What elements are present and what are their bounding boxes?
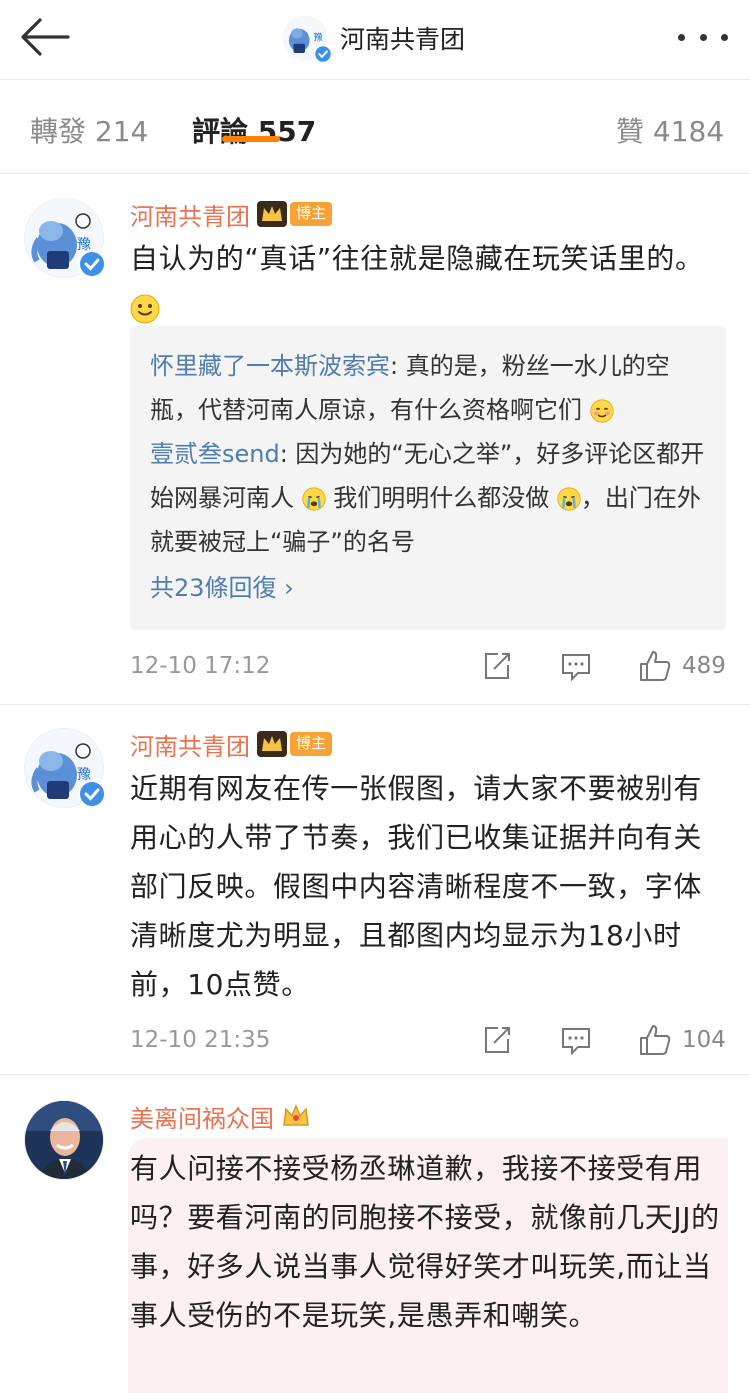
header-avatar: 豫 bbox=[282, 15, 332, 63]
tab-active-underline bbox=[222, 136, 280, 142]
tab-repost[interactable]: 轉發 214 bbox=[30, 110, 148, 150]
blush-emoji-icon bbox=[590, 399, 614, 423]
comment-meta: 12-10 21:35 104 bbox=[130, 1020, 726, 1060]
smile-emoji-icon bbox=[130, 294, 160, 324]
reply-box[interactable]: 怀里藏了一本斯波索宾: 真的是，粉丝一水儿的空瓶，代替河南人原谅，有什么资格啊它… bbox=[130, 326, 726, 630]
crown-icon bbox=[257, 731, 287, 757]
repost-icon[interactable] bbox=[482, 1025, 512, 1055]
reply-item[interactable]: 壹贰叁send: 因为她的“无心之举”，好多评论区都开始网暴河南人 我们明明什么… bbox=[150, 432, 706, 564]
back-arrow-icon[interactable] bbox=[18, 14, 74, 60]
comment-time: 12-10 17:12 bbox=[130, 653, 271, 679]
more-dots-icon[interactable] bbox=[678, 26, 728, 48]
comment-author[interactable]: 河南共青团 bbox=[130, 727, 250, 762]
divider bbox=[0, 704, 750, 705]
verified-badge-icon bbox=[314, 45, 332, 63]
header-title: 河南共青团 bbox=[340, 25, 466, 54]
top-bar: 豫 河南共青团 bbox=[0, 0, 750, 80]
comment-time: 12-10 21:35 bbox=[130, 1027, 271, 1053]
more-replies-link[interactable]: 共23條回復 › bbox=[150, 566, 706, 610]
header-title-group[interactable]: 豫 河南共青团 bbox=[282, 12, 465, 64]
crying-emoji-icon bbox=[557, 487, 581, 511]
avatar[interactable] bbox=[24, 1100, 104, 1180]
comment-text: 近期有网友在传一张假图，请大家不要被别有用心的人带了节奏，我们已收集证据并向有关… bbox=[130, 772, 703, 1001]
thumbs-up-icon bbox=[640, 651, 671, 681]
comment-icon[interactable] bbox=[560, 651, 592, 681]
tab-bar: 轉發 214 評論 557 贊 4184 bbox=[0, 80, 750, 174]
tab-likes[interactable]: 贊 4184 bbox=[616, 110, 724, 150]
like-button[interactable]: 104 bbox=[638, 1023, 726, 1057]
crown-icon bbox=[257, 201, 287, 227]
author-badge: 博主 bbox=[290, 202, 333, 226]
like-count: 104 bbox=[682, 1027, 726, 1053]
repost-icon[interactable] bbox=[482, 651, 512, 681]
tab-comments[interactable]: 評論 557 bbox=[192, 110, 316, 150]
svg-text:豫: 豫 bbox=[314, 31, 323, 43]
comment-text: 自认为的“真话”往往就是隐藏在玩笑话里的。 bbox=[130, 234, 730, 332]
comment-meta: 12-10 17:12 489 bbox=[130, 646, 726, 686]
reply-author[interactable]: 怀里藏了一本斯波索宾 bbox=[150, 352, 390, 380]
verified-badge-icon bbox=[78, 780, 106, 808]
avatar[interactable]: 豫 bbox=[24, 728, 106, 808]
comment-icon[interactable] bbox=[560, 1025, 592, 1055]
avatar[interactable]: 豫 bbox=[24, 198, 106, 278]
like-button[interactable]: 489 bbox=[638, 649, 726, 683]
like-count: 489 bbox=[682, 653, 726, 679]
crown-icon bbox=[283, 1103, 309, 1126]
thumbs-up-icon bbox=[640, 1025, 671, 1055]
comment-text: 有人问接不接受杨丞琳道歉，我接不接受有用吗？要看河南的同胞接不接受，就像前几天J… bbox=[130, 1152, 720, 1332]
reply-author[interactable]: 壹贰叁send bbox=[150, 440, 280, 468]
verified-badge-icon bbox=[78, 250, 106, 278]
divider bbox=[0, 1074, 750, 1075]
comment-author[interactable]: 河南共青团 bbox=[130, 197, 250, 232]
author-badge: 博主 bbox=[290, 732, 333, 756]
crying-emoji-icon bbox=[302, 487, 326, 511]
comment-author[interactable]: 美离间祸众国 bbox=[130, 1099, 274, 1134]
reply-item[interactable]: 怀里藏了一本斯波索宾: 真的是，粉丝一水儿的空瓶，代替河南人原谅，有什么资格啊它… bbox=[150, 344, 706, 432]
